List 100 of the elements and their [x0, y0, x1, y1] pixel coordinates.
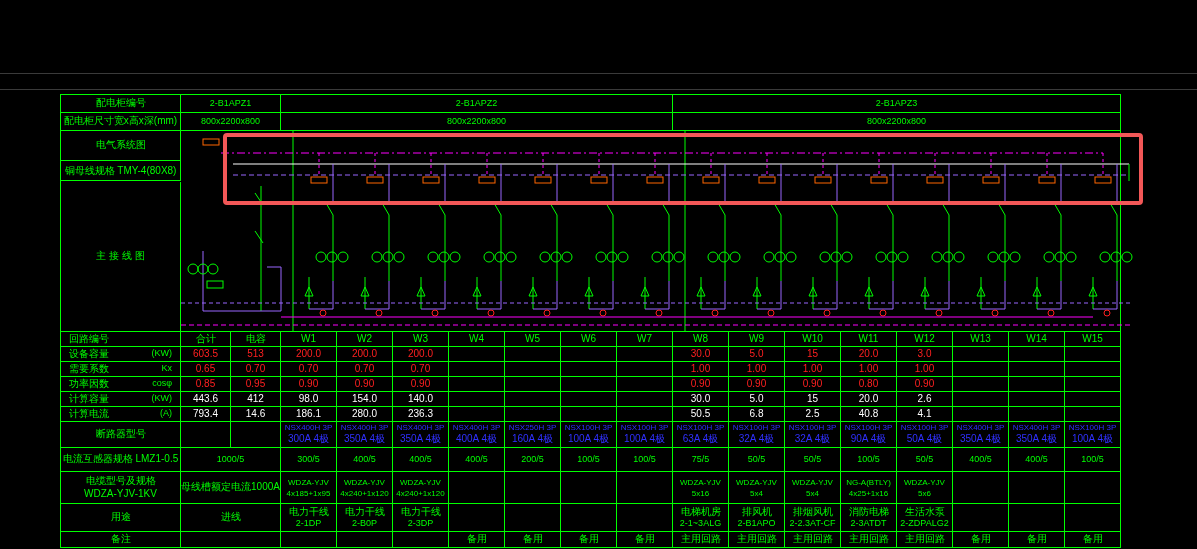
- empty-cell: [1065, 377, 1121, 392]
- empty-cell: [953, 392, 1009, 407]
- row-label: 计算容量: [69, 392, 109, 406]
- table-cell: W1: [281, 332, 337, 347]
- empty-cell: [1009, 472, 1065, 504]
- cabinet-number: 2-B1APZ1: [181, 95, 281, 113]
- table-cell: 793.4: [181, 407, 231, 422]
- table-cell: 排烟风机 2-2.3AT-CF: [785, 504, 841, 532]
- unit-label: (KW): [151, 392, 172, 406]
- row-label: 铜母线规格 TMY-4(80X8): [61, 161, 181, 182]
- empty-cell: [1065, 407, 1121, 422]
- table-cell: 电容: [231, 332, 281, 347]
- empty-cell: [505, 392, 561, 407]
- table-cell: NSX100H 3P 32A 4极: [729, 422, 785, 448]
- table-cell: 消防电梯 2-3ATDT: [841, 504, 897, 532]
- table-cell: 98.0: [281, 392, 337, 407]
- empty-cell: [337, 532, 393, 548]
- empty-cell: [449, 377, 505, 392]
- unit-label: (KW): [151, 347, 172, 361]
- cabinet-size: 800x2200x800: [281, 113, 673, 131]
- table-cell: 513: [231, 347, 281, 362]
- table-cell: NSX250H 3P 160A 4极: [505, 422, 561, 448]
- empty-cell: [1009, 377, 1065, 392]
- table-cell: W5: [505, 332, 561, 347]
- table-cell: 0.70: [393, 362, 449, 377]
- table-cell: 75/5: [673, 448, 729, 472]
- table-cell: 400/5: [393, 448, 449, 472]
- table-cell: 0.80: [841, 377, 897, 392]
- table-cell: 412: [231, 392, 281, 407]
- empty-cell: [231, 422, 281, 448]
- table-cell: 140.0: [393, 392, 449, 407]
- row-label: 需要系数: [69, 362, 109, 376]
- table-cell: NSX100H 3P 32A 4极: [785, 422, 841, 448]
- table-cell: 主用回路: [729, 532, 785, 548]
- unit-label: Kx: [161, 362, 172, 376]
- table-cell: NSX100H 3P 100A 4极: [561, 422, 617, 448]
- table-cell: 1.00: [841, 362, 897, 377]
- table-cell: 15: [785, 347, 841, 362]
- table-cell: 5.0: [729, 392, 785, 407]
- row-label: 配电柜尺寸宽x高x深(mm): [61, 113, 181, 131]
- table-cell: W14: [1009, 332, 1065, 347]
- empty-cell: [181, 422, 231, 448]
- table-cell: 30.0: [673, 347, 729, 362]
- row-label: 用途: [61, 504, 181, 532]
- cabinet-size: 800x2200x800: [673, 113, 1121, 131]
- empty-cell: [561, 472, 617, 504]
- table-cell: 主用回路: [841, 532, 897, 548]
- empty-cell: [449, 392, 505, 407]
- table-cell: 4.1: [897, 407, 953, 422]
- table-cell: 50.5: [673, 407, 729, 422]
- table-cell: NSX100H 3P 100A 4极: [617, 422, 673, 448]
- table-cell: 生活水泵 2-ZDPALG2: [897, 504, 953, 532]
- empty-cell: [281, 532, 337, 548]
- table-cell: W13: [953, 332, 1009, 347]
- empty-cell: [561, 347, 617, 362]
- table-cell: 5.0: [729, 347, 785, 362]
- table-cell: WDZA-YJV 5x4: [729, 472, 785, 504]
- empty-cell: [617, 407, 673, 422]
- empty-cell: [953, 504, 1009, 532]
- table-cell: NSX100H 3P 50A 4极: [897, 422, 953, 448]
- table-cell: 0.90: [393, 377, 449, 392]
- cabinet-number: 2-B1APZ2: [281, 95, 673, 113]
- empty-cell: [561, 362, 617, 377]
- table-cell: 进线: [181, 504, 281, 532]
- empty-cell: [449, 347, 505, 362]
- empty-cell: [561, 377, 617, 392]
- table-cell: 0.85: [181, 377, 231, 392]
- table-cell: 排风机 2-B1APO: [729, 504, 785, 532]
- table-cell: 40.8: [841, 407, 897, 422]
- empty-cell: [505, 504, 561, 532]
- table-cell: 0.90: [673, 377, 729, 392]
- empty-cell: [561, 392, 617, 407]
- table-cell: 14.6: [231, 407, 281, 422]
- table-cell: 合计: [181, 332, 231, 347]
- empty-cell: [393, 532, 449, 548]
- table-cell: 280.0: [337, 407, 393, 422]
- table-cell: 200.0: [337, 347, 393, 362]
- empty-cell: [1009, 347, 1065, 362]
- table-cell: 100/5: [617, 448, 673, 472]
- table-cell: NSX400H 3P 350A 4极: [337, 422, 393, 448]
- table-cell: 0.90: [785, 377, 841, 392]
- table-cell: 154.0: [337, 392, 393, 407]
- table-cell: 0.90: [281, 377, 337, 392]
- table-cell: 20.0: [841, 347, 897, 362]
- table-cell: 15: [785, 392, 841, 407]
- table-cell: NSX400H 3P 300A 4极: [281, 422, 337, 448]
- table-cell: 50/5: [729, 448, 785, 472]
- empty-cell: [1065, 472, 1121, 504]
- table-cell: 主用回路: [897, 532, 953, 548]
- table-cell: 100/5: [561, 448, 617, 472]
- table-cell: 200.0: [281, 347, 337, 362]
- table-cell: 1.00: [729, 362, 785, 377]
- table-cell: W4: [449, 332, 505, 347]
- empty-cell: [505, 407, 561, 422]
- empty-cell: [505, 347, 561, 362]
- table-cell: 30.0: [673, 392, 729, 407]
- empty-cell: [1065, 362, 1121, 377]
- table-cell: 236.3: [393, 407, 449, 422]
- table-cell: 186.1: [281, 407, 337, 422]
- row-label: 设备容量: [69, 347, 109, 361]
